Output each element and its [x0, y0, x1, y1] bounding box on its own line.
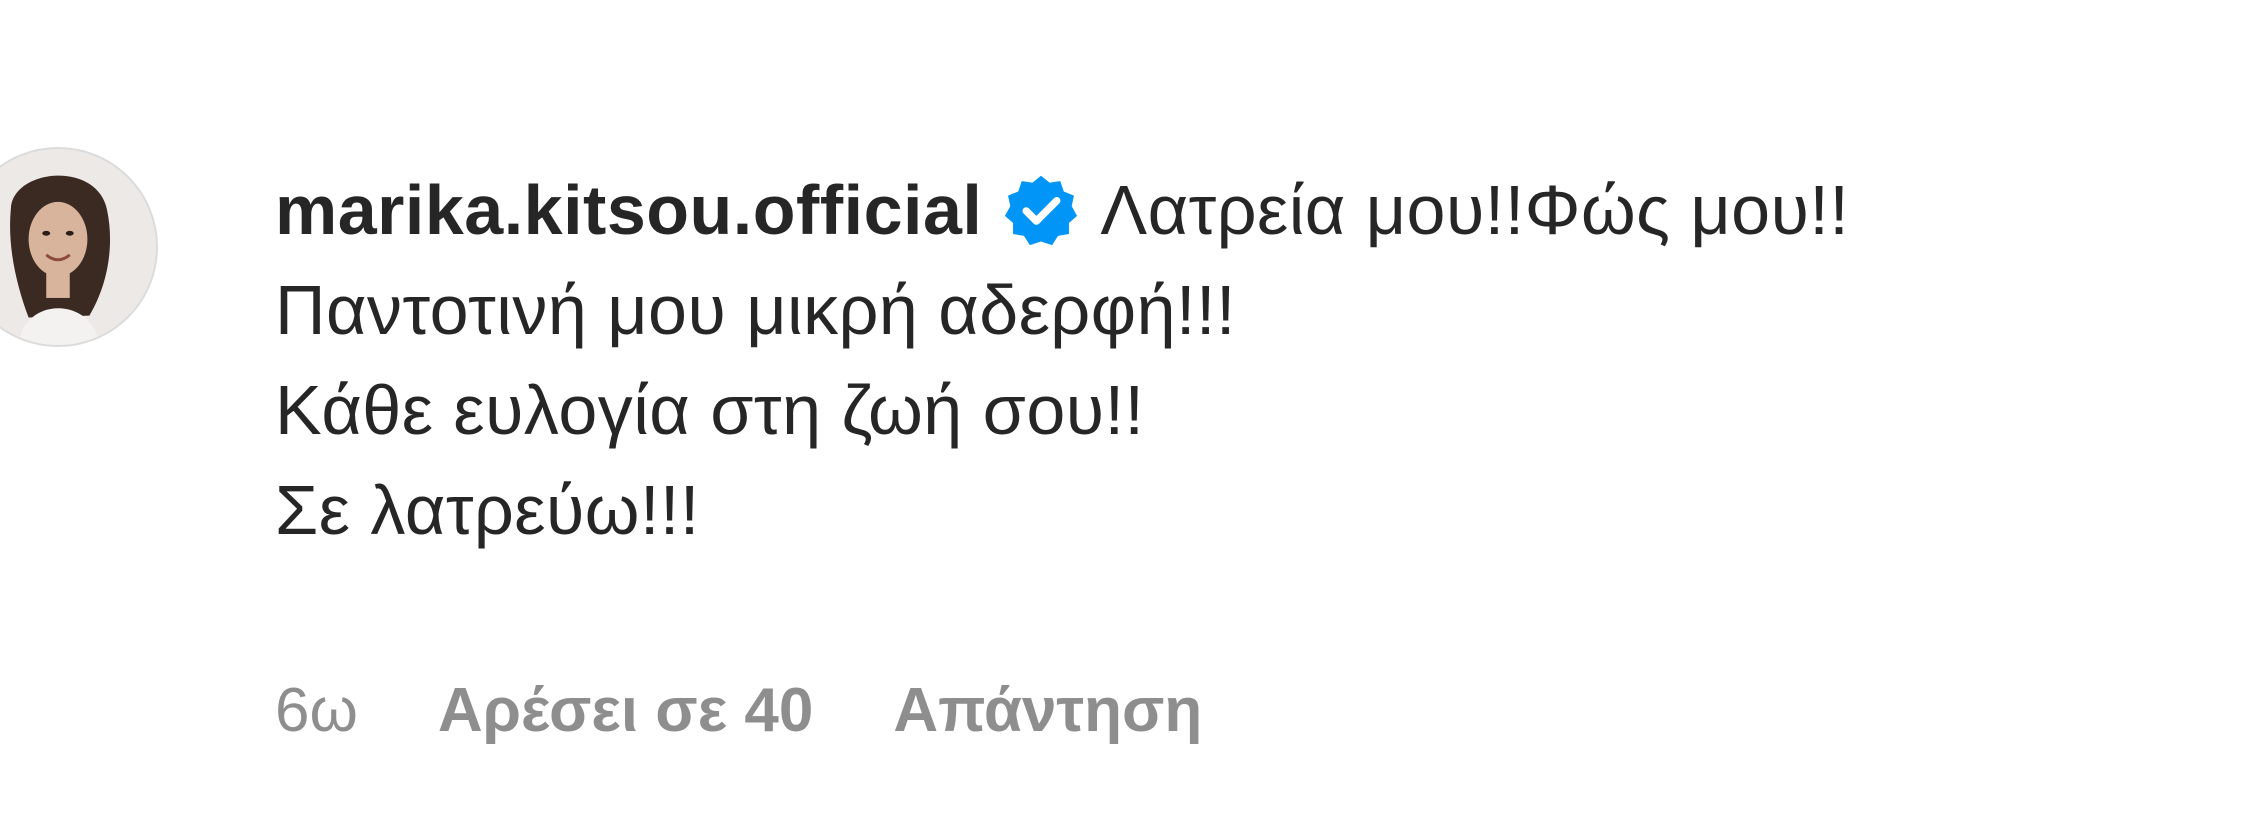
comment-line: Σε λατρεύω!!!: [275, 471, 700, 549]
comment-text-first: Λατρεία μου!!Φώς μου!!: [1100, 171, 1850, 249]
username[interactable]: marika.kitsou.official: [275, 170, 982, 250]
comment-body: marika.kitsou.official Λατρεία μου!!Φώς …: [275, 160, 2235, 560]
reply-button[interactable]: Απάντηση: [893, 675, 1202, 746]
comment-line: Κάθε ευλογία στη ζωή σου!!: [275, 371, 1145, 449]
comment-line: Παντοτινή μου μικρή αδερφή!!!: [275, 271, 1236, 349]
comment-meta: 6ω Αρέσει σε 40 Απάντηση: [275, 670, 1202, 750]
likes-button[interactable]: Αρέσει σε 40: [438, 675, 813, 746]
comment: marika.kitsou.official Λατρεία μου!!Φώς …: [0, 0, 2266, 820]
avatar[interactable]: [0, 147, 158, 347]
avatar-photo: [0, 149, 156, 345]
comment-first-line: marika.kitsou.official Λατρεία μου!!Φώς …: [275, 160, 2235, 260]
comment-time: 6ω: [275, 675, 358, 745]
verified-badge-icon: [1005, 175, 1078, 246]
